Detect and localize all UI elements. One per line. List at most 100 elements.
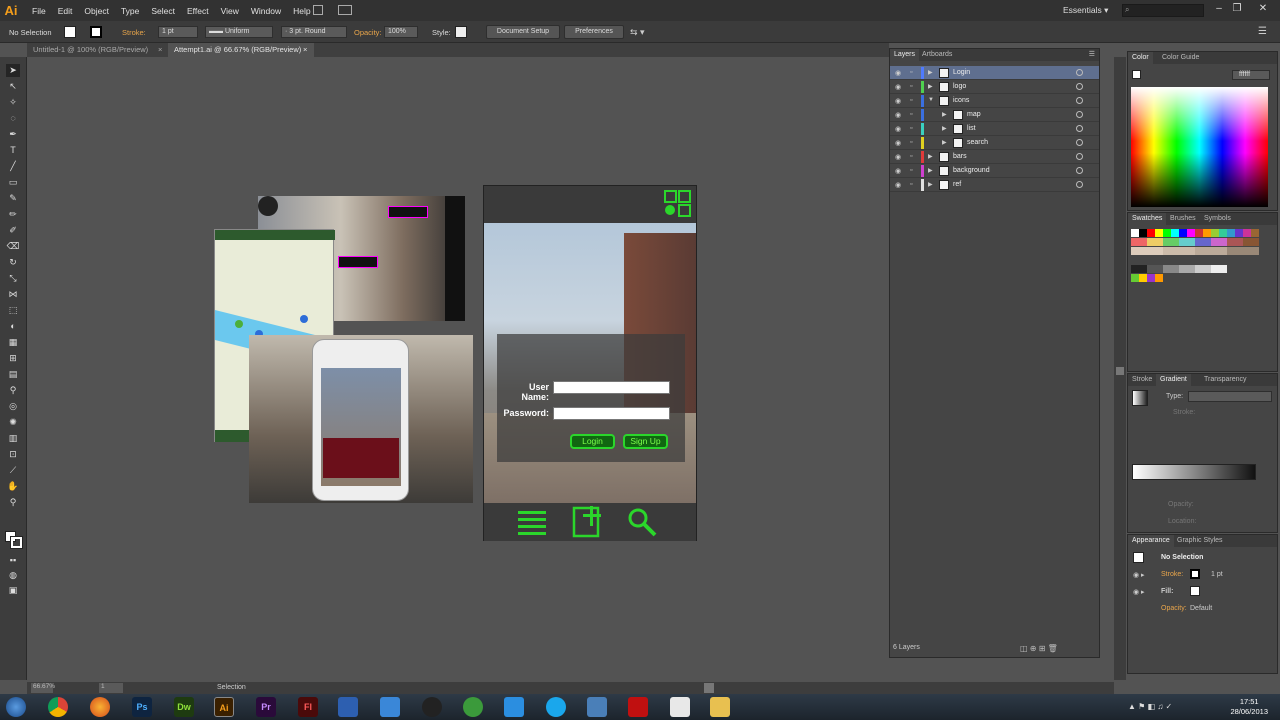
premiere-icon[interactable]: Pr [256, 697, 276, 717]
gradient-preview[interactable] [1132, 390, 1148, 406]
graphic-style-swatch[interactable] [455, 26, 467, 38]
scroll-thumb[interactable] [1116, 367, 1124, 375]
menu-edit[interactable]: Edit [52, 6, 79, 16]
minimize-icon[interactable]: – [1212, 3, 1226, 15]
layer-row-icons[interactable]: ◉ ▫ ▼ icons [890, 94, 1099, 108]
brush-definition[interactable]: · 3 pt. Round [281, 26, 347, 38]
zoom-field[interactable]: 66.67% [31, 683, 55, 693]
lock-icon[interactable]: ▫ [910, 181, 912, 188]
lock-icon[interactable]: ▫ [910, 125, 912, 132]
clock[interactable]: 17:51 28/06/2013 [1230, 697, 1268, 717]
gradient-type-select[interactable] [1188, 391, 1272, 402]
shape-builder-tool-icon[interactable]: ◐ [6, 320, 20, 333]
skype-icon[interactable] [546, 697, 566, 717]
tab-brushes[interactable]: Brushes [1166, 213, 1200, 225]
hand-tool-icon[interactable]: ✋ [6, 480, 20, 493]
target-icon[interactable] [1076, 181, 1083, 188]
target-icon[interactable] [1076, 153, 1083, 160]
dropbox-icon[interactable] [380, 697, 400, 717]
draw-mode-icon[interactable]: ◍ [6, 569, 20, 582]
scale-tool-icon[interactable]: ⤡ [6, 272, 20, 285]
layer-row-logo[interactable]: ◉ ▫ ▶ logo [890, 80, 1099, 94]
column-graph-tool-icon[interactable]: ▥ [6, 432, 20, 445]
screen-mode-icon[interactable]: ▣ [6, 584, 20, 597]
blend-tool-icon[interactable]: ◎ [6, 400, 20, 413]
eyedropper-tool-icon[interactable]: ⚲ [6, 384, 20, 397]
tab-layers[interactable]: Layers [890, 49, 920, 61]
tab-transparency[interactable]: Transparency [1200, 374, 1251, 386]
workspace-switcher[interactable]: Essentials ▾ [1063, 5, 1108, 16]
color-mode-icon[interactable]: ▪▪ [6, 554, 20, 567]
expand-triangle-icon[interactable]: ▶ [928, 167, 933, 174]
utorrent-icon[interactable] [463, 697, 483, 717]
blob-brush-tool-icon[interactable]: ✐ [6, 224, 20, 237]
bridge-icon[interactable] [313, 5, 323, 15]
width-tool-icon[interactable]: ⋈ [6, 288, 20, 301]
rectangle-tool-icon[interactable]: ▭ [6, 176, 20, 189]
lock-icon[interactable]: ▫ [910, 69, 912, 76]
tab-gradient[interactable]: Gradient [1156, 374, 1191, 386]
rotate-tool-icon[interactable]: ↻ [6, 256, 20, 269]
list-menu-icon[interactable] [518, 509, 546, 535]
free-transform-tool-icon[interactable]: ⬚ [6, 304, 20, 317]
add-location-icon[interactable] [572, 506, 604, 538]
pencil-tool-icon[interactable]: ✏ [6, 208, 20, 221]
menu-type[interactable]: Type [115, 6, 145, 16]
chrome-icon[interactable] [48, 697, 68, 717]
target-icon[interactable] [1076, 139, 1083, 146]
tab-attempt1[interactable]: Attempt1.ai @ 66.67% (RGB/Preview) × [168, 43, 314, 57]
artboard-canvas[interactable]: User Name: Password: Login Sign Up [27, 57, 889, 680]
appearance-fill-label[interactable]: Fill: [1161, 588, 1173, 595]
tab-artboards[interactable]: Artboards [918, 49, 956, 61]
expand-triangle-icon[interactable]: ▶ [942, 139, 947, 146]
help-search-input[interactable]: ⌕ [1122, 4, 1204, 17]
system-tray-icons[interactable]: ▲ ⚑ ◧ ♫ ✓ [1128, 702, 1172, 711]
eye-icon[interactable]: ◉ [895, 83, 901, 91]
tab-swatches[interactable]: Swatches [1128, 213, 1167, 225]
expand-triangle-icon[interactable]: ▶ [928, 153, 933, 160]
signup-button[interactable]: Sign Up [623, 434, 668, 449]
gradient-tool-icon[interactable]: ▤ [6, 368, 20, 381]
menu-file[interactable]: File [26, 6, 52, 16]
stroke-swatch[interactable] [1190, 569, 1200, 579]
tab-color-guide[interactable]: Color Guide [1158, 52, 1203, 64]
direct-selection-tool-icon[interactable]: ↖ [6, 80, 20, 93]
lock-icon[interactable]: ▫ [910, 97, 912, 104]
password-input[interactable] [553, 407, 670, 420]
flash-pro-icon[interactable]: Fl [298, 697, 318, 717]
variable-width-profile[interactable]: ▬▬ Uniform [205, 26, 273, 38]
preferences-button[interactable]: Preferences [564, 25, 624, 39]
menu-effect[interactable]: Effect [181, 6, 215, 16]
eye-icon[interactable]: ◉ [895, 181, 901, 189]
flash-player-icon[interactable] [628, 697, 648, 717]
notepad-icon[interactable] [670, 697, 690, 717]
layer-row-bars[interactable]: ◉ ▫ ▶ bars [890, 150, 1099, 164]
expand-triangle-icon[interactable]: ▶ [928, 69, 933, 76]
stroke-label[interactable]: Stroke: [122, 28, 146, 37]
eraser-tool-icon[interactable]: ⌫ [6, 240, 20, 253]
symbol-sprayer-tool-icon[interactable]: ✺ [6, 416, 20, 429]
start-icon[interactable] [6, 697, 26, 717]
username-input[interactable] [553, 381, 670, 394]
layer-row-map[interactable]: ◉ ▫ ▶ map [890, 108, 1099, 122]
eye-icon[interactable]: ◉ [895, 111, 901, 119]
illustrator-icon[interactable]: Ai [214, 697, 234, 717]
close-icon[interactable]: ✕ [1256, 3, 1270, 15]
artboard-number-field[interactable]: 1 [99, 683, 123, 693]
explorer-icon[interactable] [710, 697, 730, 717]
close-tab-icon[interactable]: × [303, 43, 307, 57]
hex-field[interactable]: ffffff [1232, 70, 1270, 80]
arrange-icon[interactable]: ⇆ ▾ [630, 27, 645, 38]
layer-action-icons[interactable]: ◫ ⊕ ⊞ 🗑 [1020, 644, 1058, 653]
lock-icon[interactable]: ▫ [910, 139, 912, 146]
expand-triangle-icon[interactable]: ▶ [928, 181, 933, 188]
lasso-tool-icon[interactable]: ◌ [6, 112, 20, 125]
target-icon[interactable] [1076, 97, 1083, 104]
menu-view[interactable]: View [215, 6, 245, 16]
type-tool-icon[interactable]: T [6, 144, 20, 157]
tab-appearance[interactable]: Appearance [1128, 535, 1174, 547]
eye-icon[interactable]: ◉ [895, 167, 901, 175]
photoshop-icon[interactable]: Ps [132, 697, 152, 717]
slice-tool-icon[interactable]: ⟋ [6, 464, 20, 477]
appearance-stroke-label[interactable]: Stroke: [1161, 571, 1183, 578]
